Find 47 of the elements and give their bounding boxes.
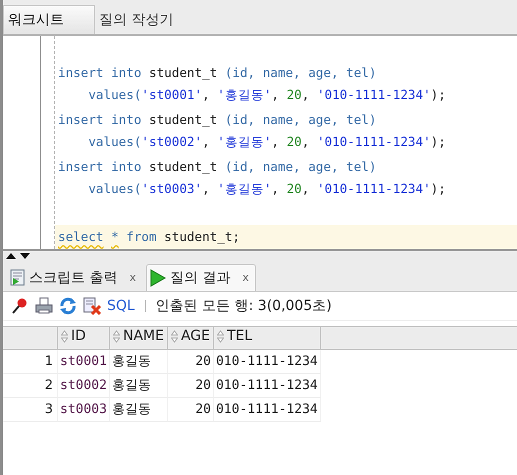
- code-line: values('st0001', '홍길동', 20, '010-1111-1234');: [87, 87, 446, 104]
- delete-document-icon[interactable]: [83, 296, 101, 314]
- code-line: select * from student_t;: [58, 229, 240, 244]
- worksheet-tab[interactable]: 질의 작성기: [95, 6, 186, 34]
- status-text: 인출된 모든 행: 3(0,005초): [156, 296, 332, 314]
- sort-icon: [61, 330, 68, 343]
- table-cell: 20: [167, 349, 214, 373]
- code-line: values('st0003', '홍길동', 20, '010-1111-1234');: [87, 181, 446, 198]
- sort-icon: [170, 330, 178, 343]
- code-line: insert into student_t (id, name, age, tel): [58, 112, 376, 127]
- tab-label[interactable]: 스크립트 출력: [29, 268, 118, 286]
- printer-icon[interactable]: [35, 296, 53, 314]
- table-cell: 홍길동: [109, 349, 168, 373]
- tab-label[interactable]: 질의 결과: [170, 268, 230, 286]
- column-header[interactable]: TEL: [213, 326, 320, 349]
- table-cell: 홍길동: [109, 373, 168, 397]
- pushpin-icon[interactable]: [11, 296, 29, 314]
- table-cell: 20: [167, 397, 214, 421]
- sql-link[interactable]: SQL: [107, 298, 135, 314]
- close-tab-button[interactable]: x: [129, 271, 136, 284]
- row-number: 2: [3, 373, 58, 397]
- refresh-icon[interactable]: [59, 296, 77, 314]
- sort-icon: [216, 330, 224, 343]
- table-cell: 010-1111-1234: [213, 349, 320, 373]
- table-cell: 20: [167, 373, 214, 397]
- code-line: insert into student_t (id, name, age, tel): [58, 158, 376, 174]
- column-header[interactable]: ID: [58, 326, 110, 349]
- collapse-arrows-icon[interactable]: [5, 251, 33, 260]
- close-tab-button[interactable]: x: [242, 271, 249, 284]
- play-icon: [150, 268, 166, 286]
- sort-icon: [112, 330, 120, 343]
- row-number: 1: [3, 349, 58, 373]
- code-line: values('st0002', '홍길동', 20, '010-1111-1234');: [87, 134, 446, 152]
- column-header[interactable]: NAME: [109, 326, 168, 349]
- table-cell: st0001: [58, 349, 110, 373]
- code-line: insert into student_t (id, name, age, tel): [58, 64, 376, 80]
- column-header[interactable]: AGE: [167, 326, 214, 349]
- table-cell: 010-1111-1234: [213, 373, 320, 397]
- output-tab[interactable]: 질의 결과 x: [146, 264, 256, 290]
- worksheet-tab[interactable]: 워크시트: [3, 5, 95, 34]
- table-cell: st0003: [58, 397, 110, 421]
- table-cell: 홍길동: [109, 397, 168, 421]
- output-tab[interactable]: 스크립트 출력 x: [7, 264, 142, 290]
- row-number: 3: [3, 397, 58, 421]
- table-cell: 010-1111-1234: [213, 397, 320, 421]
- table-cell: st0002: [58, 373, 110, 397]
- document-icon: [10, 269, 25, 286]
